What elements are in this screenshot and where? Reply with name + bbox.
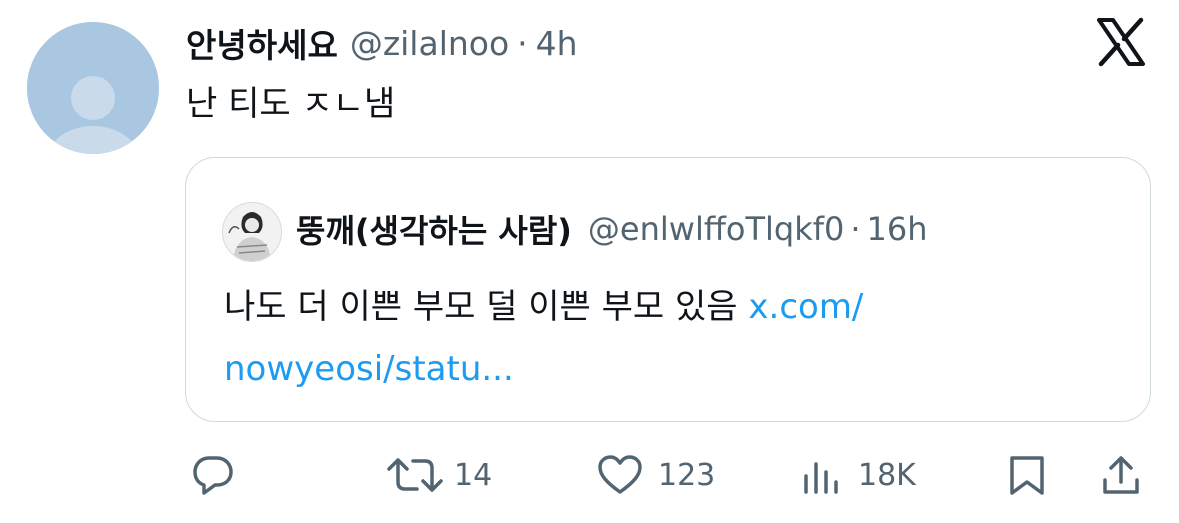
quoted-tweet-text: 나도 더 이쁜 부모 덜 이쁜 부모 있음 x.com/ nowyeosi/st… <box>224 276 1124 400</box>
reply-button[interactable] <box>190 440 236 510</box>
views-button[interactable]: 18K <box>800 440 916 510</box>
quoted-text-body: 나도 더 이쁜 부모 덜 이쁜 부모 있음 <box>224 287 749 327</box>
sketch-avatar-icon <box>223 203 281 261</box>
separator-dot: · <box>517 23 528 63</box>
default-avatar-icon <box>27 22 159 154</box>
share-button[interactable] <box>1099 440 1143 510</box>
x-logo-icon[interactable] <box>1095 16 1147 68</box>
reply-icon <box>193 456 233 495</box>
views-icon <box>804 462 838 494</box>
quoted-separator-dot: · <box>850 210 861 248</box>
quoted-display-name[interactable]: 뚱깨(생각하는 사람) <box>296 206 572 252</box>
quoted-tweet-header: 뚱깨(생각하는 사람) @enlwlffoTlqkf0 · 16h <box>296 204 928 254</box>
heart-icon <box>598 455 642 494</box>
quoted-avatar[interactable] <box>222 202 282 262</box>
quoted-handle[interactable]: @enlwlffoTlqkf0 <box>588 210 844 248</box>
retweet-icon <box>387 458 443 492</box>
bookmark-icon <box>1010 456 1044 495</box>
quoted-timestamp[interactable]: 16h <box>867 210 928 248</box>
share-icon <box>1103 456 1139 494</box>
views-count: 18K <box>858 457 916 493</box>
like-button[interactable]: 123 <box>596 440 715 510</box>
handle[interactable]: @zilalnoo <box>350 24 509 63</box>
bookmark-button[interactable] <box>1006 440 1048 510</box>
quoted-tweet-card[interactable]: 뚱깨(생각하는 사람) @enlwlffoTlqkf0 · 16h 나도 더 이… <box>185 157 1151 422</box>
timestamp[interactable]: 4h <box>536 24 578 63</box>
retweet-button[interactable]: 14 <box>386 440 492 510</box>
tweet-header: 안녕하세요 @zilalnoo · 4h <box>186 17 578 69</box>
tweet-text: 난 티도 ㅈㄴ냄 <box>186 84 396 124</box>
display-name[interactable]: 안녕하세요 <box>186 19 338 67</box>
like-count: 123 <box>658 457 716 493</box>
avatar[interactable] <box>27 22 159 154</box>
retweet-count: 14 <box>454 457 493 493</box>
tweet-actions: 14 123 18K <box>0 440 1179 510</box>
